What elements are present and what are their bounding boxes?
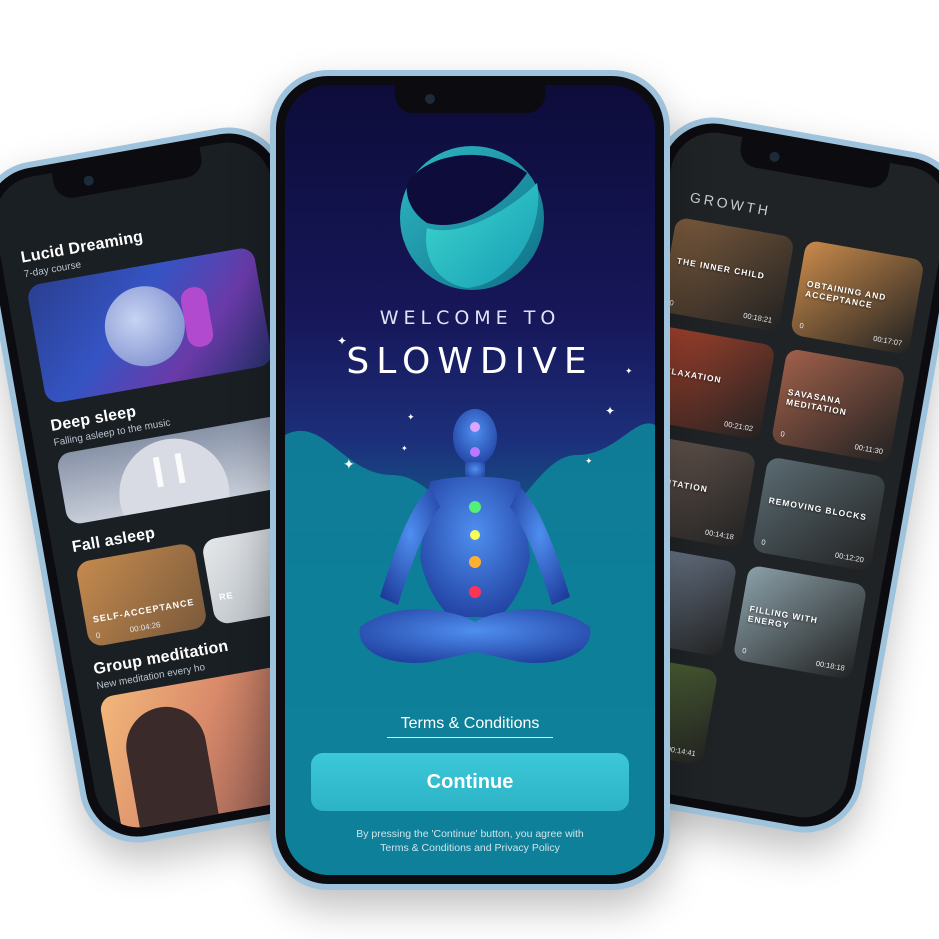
card-title: THE INNER CHILD (676, 255, 766, 281)
welcome-heading: WELCOME TO (379, 307, 561, 329)
camera-icon (768, 151, 781, 163)
growth-card[interactable]: REMOVING BLOCKS 0 00:12:20 (751, 456, 887, 572)
phone-center: WELCOME TO SLOWDIVE ✦ ✦ ✦ ✦ ✦ ✦ ✦ Terms … (270, 70, 670, 890)
continue-button[interactable]: Continue (311, 753, 629, 811)
meditating-figure-illustration (359, 409, 591, 663)
duration: 00:17:07 (872, 333, 903, 348)
growth-card[interactable]: THE INNER CHILD 0 00:18:21 (659, 216, 795, 333)
disclaimer-text: By pressing the 'Continue' button, you a… (315, 827, 625, 855)
girl-illustration (179, 285, 216, 349)
listens-count: 0 (798, 320, 805, 331)
card-title: SELF-ACCEPTANCE (92, 596, 196, 625)
card-meta: 0 00:12:20 (761, 538, 865, 565)
disclaimer-line: Terms & Conditions and Privacy Policy (380, 842, 560, 854)
star-icon: ✦ (337, 334, 348, 348)
growth-card[interactable]: FILLING WITH ENERGY 0 00:18:18 (732, 564, 868, 681)
terms-link-container: Terms & Conditions (285, 715, 655, 738)
card-title: SAVASANA MEDITATION (785, 386, 848, 418)
card-meta: 0 00:17:07 (799, 321, 903, 348)
duration (714, 641, 716, 650)
camera-icon (82, 174, 95, 187)
listens-count: 0 (779, 429, 786, 439)
card-meta: 0 00:18:21 (669, 298, 773, 325)
person-silhouette (119, 700, 220, 833)
welcome-screen: WELCOME TO SLOWDIVE ✦ ✦ ✦ ✦ ✦ ✦ ✦ Terms … (285, 85, 655, 875)
notch (737, 136, 891, 191)
card-meta: 0 00:11:30 (780, 429, 884, 456)
moon-logo-icon (400, 146, 544, 290)
duration: 00:14:18 (704, 527, 735, 542)
card-title: RE (218, 589, 235, 603)
duration: 00:14:41 (666, 744, 697, 759)
growth-card[interactable]: SAVASANA MEDITATION 0 00:11:30 (770, 348, 906, 464)
phone-bezel: WELCOME TO SLOWDIVE ✦ ✦ ✦ ✦ ✦ ✦ ✦ Terms … (276, 76, 664, 884)
card-title: FILLING WITH ENERGY (747, 603, 819, 631)
duration: 00:11:30 (853, 442, 884, 457)
duration: 00:18:21 (742, 310, 773, 325)
disclaimer-line: By pressing the 'Continue' button, you a… (356, 828, 584, 840)
lucid-section[interactable]: Lucid Dreaming 7-day course (20, 205, 303, 405)
listens-count: 0 (760, 537, 767, 548)
listens-count: 0 (95, 630, 102, 641)
card-title: RELAXATION (657, 363, 723, 385)
growth-card[interactable]: OBTAINING AND ACCEPTANCE 0 00:17:07 (789, 239, 925, 356)
duration: 00:12:20 (834, 550, 865, 565)
card-title: REMOVING BLOCKS (767, 495, 868, 523)
camera-icon (425, 94, 435, 104)
pause-icon[interactable] (152, 452, 186, 488)
card-meta: 0 00:18:18 (742, 646, 846, 673)
self-acceptance-card[interactable]: SELF-ACCEPTANCE 0 00:04:26 (74, 542, 209, 648)
notch (395, 85, 545, 113)
listens-count: 0 (741, 645, 748, 656)
card-meta: 0 00:04:26 (95, 620, 161, 640)
notch (51, 146, 205, 201)
moon-illustration (98, 279, 192, 373)
duration: 00:04:26 (129, 620, 162, 635)
duration: 00:18:18 (815, 658, 846, 673)
star-icon: ✦ (625, 366, 633, 376)
terms-link[interactable]: Terms & Conditions (386, 715, 554, 738)
card-title: OBTAINING AND ACCEPTANCE (804, 278, 888, 311)
duration: 00:21:02 (723, 419, 754, 434)
